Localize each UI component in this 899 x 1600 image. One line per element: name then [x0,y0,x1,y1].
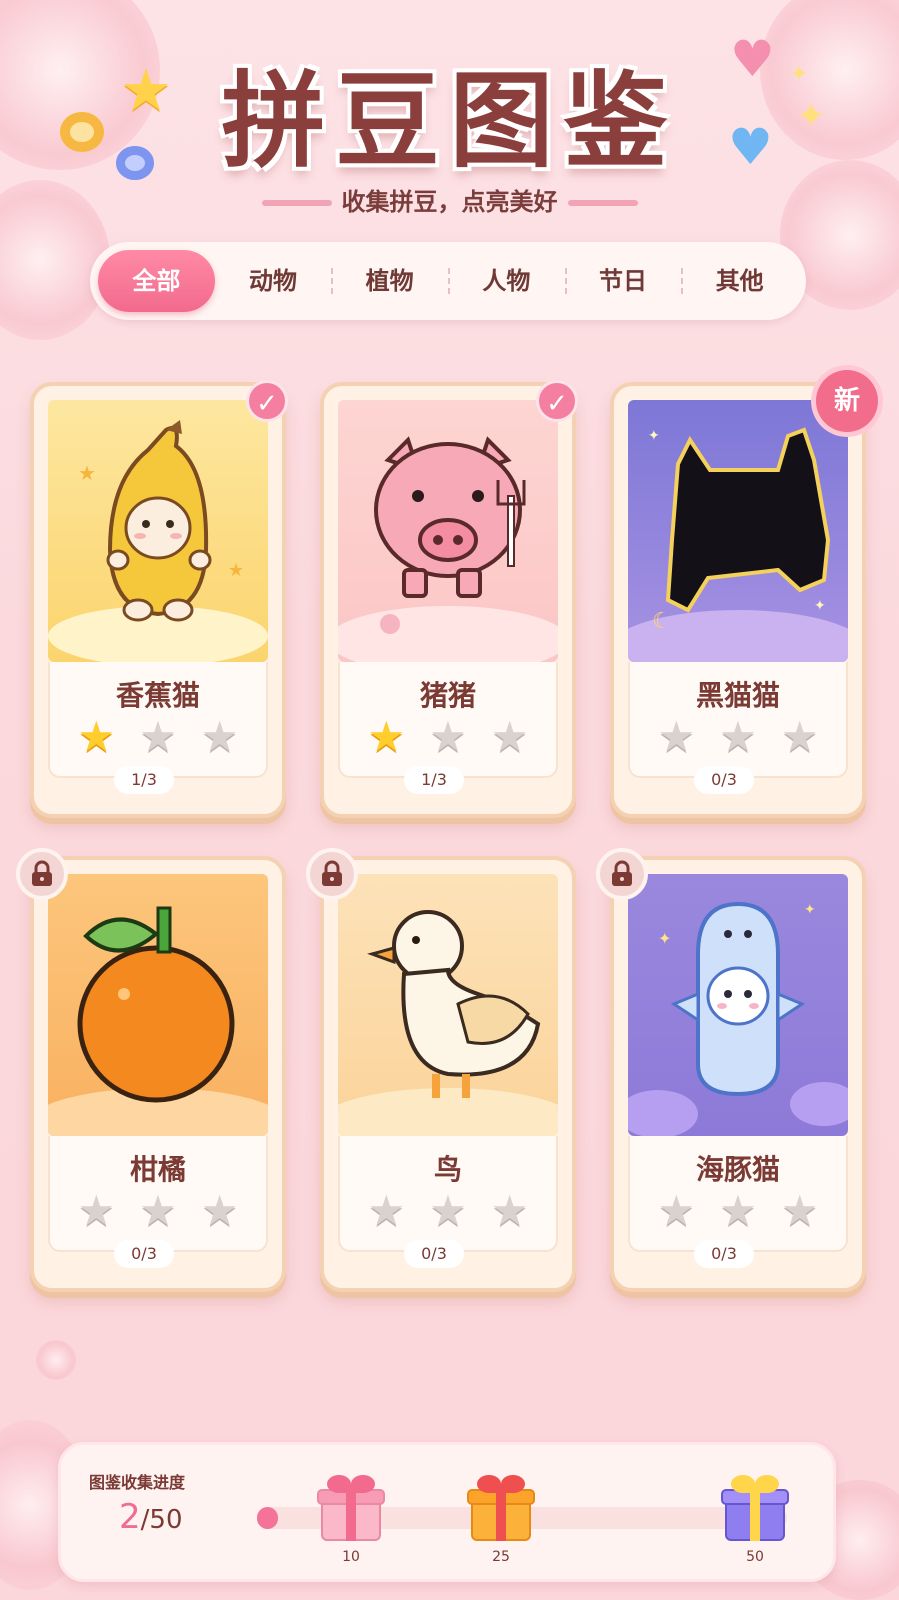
card-progress-count: 0/3 [114,1240,174,1268]
tab-all[interactable]: 全部 [98,250,215,312]
card-info: 黑猫猫 ★ ★ ★ [628,662,848,778]
card-progress-count: 1/3 [404,766,464,794]
gift-reward-icon[interactable] [317,1475,385,1541]
card-name: 柑橘 [129,1153,186,1186]
lock-icon [306,848,358,900]
subtitle-ornament [261,200,332,206]
card-name: 香蕉猫 [115,679,200,712]
lock-icon [596,848,648,900]
collection-card[interactable]: 鸟 ★ ★ ★ 0/3 [306,848,576,1292]
star-icon: ★ [200,712,239,761]
card-name: 海豚猫 [695,1153,780,1186]
card-info: 柑橘 ★ ★ ★ [48,1136,268,1252]
star-icon: ★ [77,712,116,761]
tab-people[interactable]: 人物 [448,250,565,312]
star-icon: ★ [490,712,529,761]
collection-card[interactable]: ★ ★ 香蕉猫 ★ ★ ★ 1/3 ✓ [30,380,288,818]
progress-label: 图鉴收集进度 [89,1473,186,1492]
lock-icon [16,848,68,900]
tab-plants[interactable]: 植物 [331,250,448,312]
card-name: 黑猫猫 [695,679,780,712]
star-icon: ★ [780,712,819,761]
svg-text:✦: ✦ [648,428,660,444]
star-icon: ★ [367,712,406,761]
check-icon: ✓ [246,380,288,422]
card-name: 鸟 [433,1153,462,1186]
blossom-decoration [36,1340,76,1380]
dolphin-cat-icon: ✦ ✦ [628,901,848,1136]
star-rating: ★ ★ ★ [630,716,846,758]
star-rating: ★ ★ ★ [50,1190,266,1232]
progress-current: 2 [119,1497,141,1537]
pig-icon [338,436,558,662]
tab-others[interactable]: 其他 [681,250,798,312]
star-icon: ★ [719,712,757,761]
card-name: 猪猪 [419,679,476,712]
star-icon: ★ [780,1186,819,1235]
star-rating: ★ ★ ★ [340,716,556,758]
svg-text:✦: ✦ [658,929,671,948]
svg-text:★: ★ [78,461,96,485]
gift-reward-icon[interactable] [467,1475,535,1541]
star-rating: ★ ★ ★ [630,1190,846,1232]
svg-text:✦: ✦ [804,902,816,918]
star-icon: ★ [367,1186,406,1235]
progress-fill [257,1507,279,1529]
page-subtitle: 收集拼豆，点亮美好 [0,182,899,217]
new-badge: 新 [816,370,878,432]
star-icon: ★ [77,1186,116,1235]
star-icon: ★ [429,1186,467,1235]
star-icon: ★ [200,1186,239,1235]
milestone-label: 10 [342,1549,360,1565]
card-info: 海豚猫 ★ ★ ★ [628,1136,848,1252]
progress-total: /50 [140,1505,183,1535]
orange-icon [48,906,268,1136]
star-icon: ★ [657,712,696,761]
svg-text:★: ★ [228,560,244,581]
collection-card[interactable]: 猪猪 ★ ★ ★ 1/3 ✓ [320,380,578,818]
card-progress-count: 1/3 [114,766,174,794]
card-info: 猪猪 ★ ★ ★ [338,662,558,778]
collection-card[interactable]: ✦ ✦ 海豚猫 ★ ★ ★ 0/3 [596,848,866,1292]
milestone-label: 25 [492,1549,510,1565]
card-progress-count: 0/3 [694,1240,754,1268]
check-icon: ✓ [536,380,578,422]
card-artwork: ✦ ✦ [628,874,848,1136]
star-rating: ★ ★ ★ [50,716,266,758]
svg-text:☾: ☾ [652,609,672,634]
card-artwork [48,874,268,1136]
tab-animals[interactable]: 动物 [215,250,332,312]
gift-reward-icon[interactable] [721,1475,789,1541]
star-rating: ★ ★ ★ [340,1190,556,1232]
card-progress-count: 0/3 [404,1240,464,1268]
card-artwork [338,400,558,662]
collection-progress-panel: 图鉴收集进度 2/50 10 25 50 [58,1442,836,1582]
star-icon: ★ [429,712,467,761]
duck-icon [338,910,558,1136]
star-icon: ★ [657,1186,696,1235]
progress-value: 2/50 [119,1497,182,1537]
star-icon: ★ [719,1186,757,1235]
subtitle-text: 收集拼豆，点亮美好 [341,188,558,216]
card-artwork: ★ ★ [48,400,268,662]
category-tabs: 全部 动物 植物 人物 节日 其他 [90,242,806,320]
star-icon: ★ [139,712,177,761]
card-info: 香蕉猫 ★ ★ ★ [48,662,268,778]
tab-holidays[interactable]: 节日 [564,250,682,312]
collection-card[interactable]: 柑橘 ★ ★ ★ 0/3 [16,848,286,1292]
svg-text:✦: ✦ [814,598,826,614]
black-cat-icon: ✦ ✦ ☾ [628,427,848,662]
card-artwork: ✦ ✦ ☾ [628,400,848,662]
card-progress-count: 0/3 [694,766,754,794]
page-title: 拼豆图鉴 [221,60,678,182]
banana-cat-icon: ★ ★ [48,420,268,662]
star-icon: ★ [139,1186,177,1235]
card-info: 鸟 ★ ★ ★ [338,1136,558,1252]
star-icon: ★ [490,1186,529,1235]
collection-card[interactable]: ✦ ✦ ☾ 黑猫猫 ★ ★ ★ 0/3 新 [610,370,878,818]
subtitle-ornament [567,200,638,206]
milestone-label: 50 [746,1549,764,1565]
card-artwork [338,874,558,1136]
